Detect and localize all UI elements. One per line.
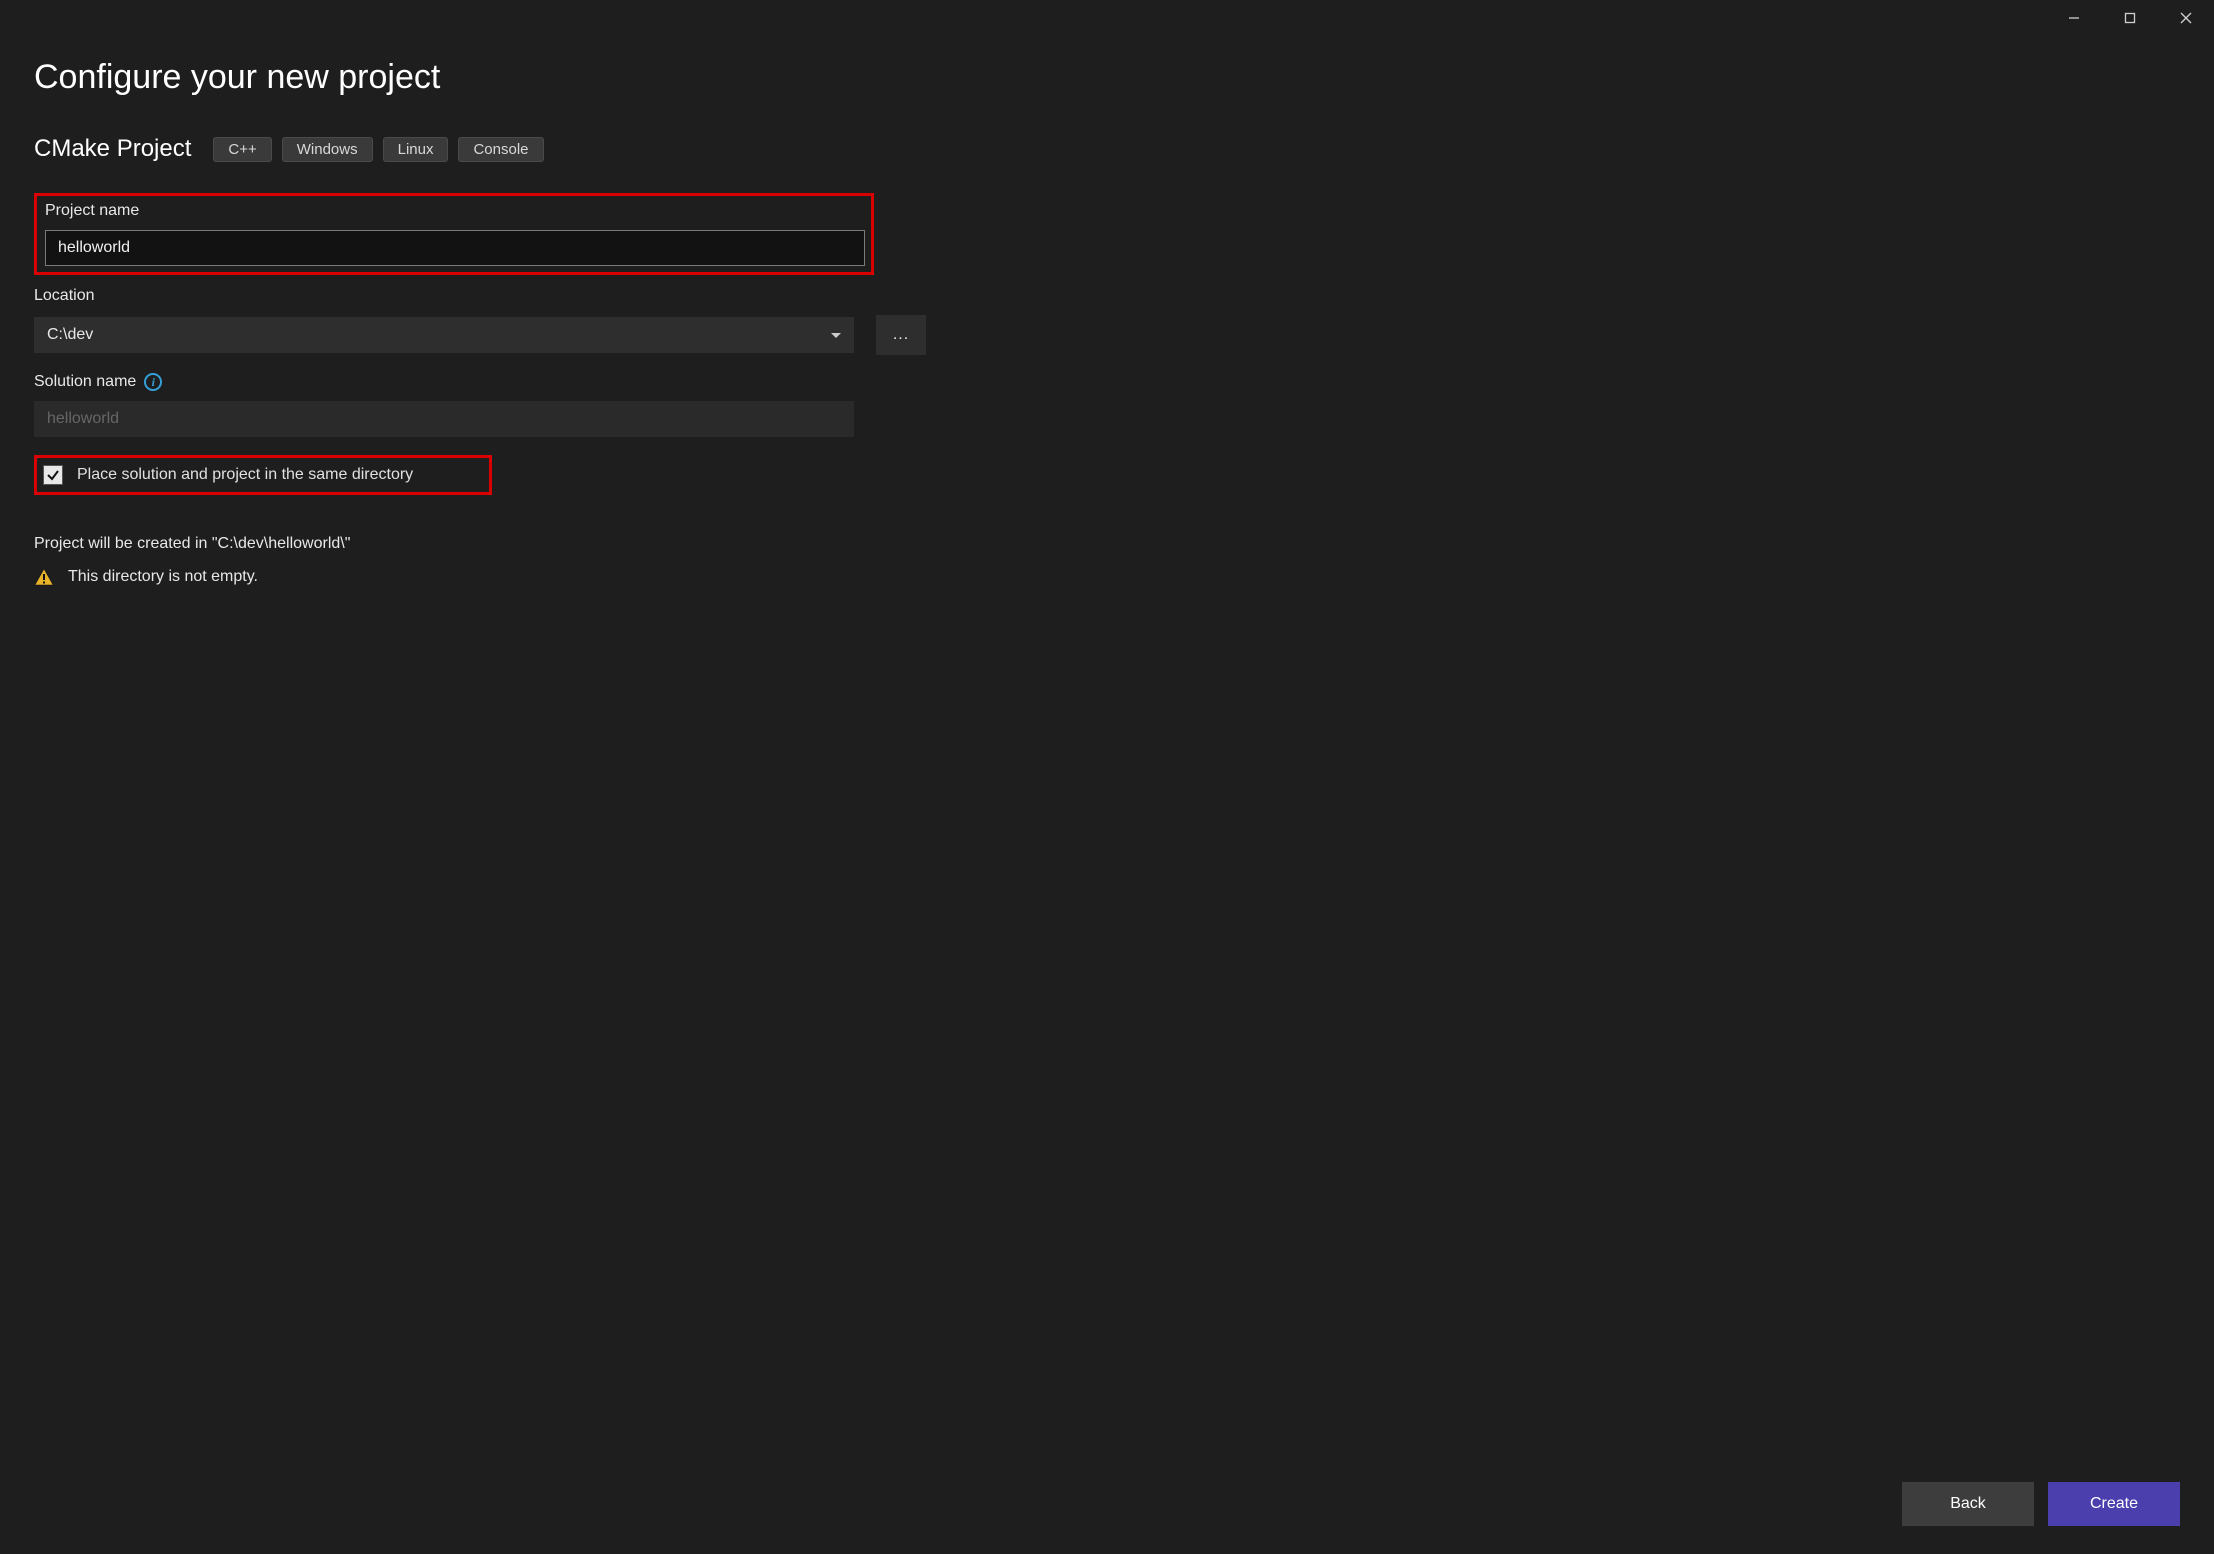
location-value: C:\dev [47, 326, 93, 344]
page-title: Configure your new project [34, 58, 2180, 97]
location-group: Location C:\dev ... [34, 287, 2180, 355]
content-area: Configure your new project CMake Project… [0, 36, 2214, 1482]
browse-button[interactable]: ... [876, 315, 926, 355]
tag-linux: Linux [383, 137, 449, 162]
project-name-label: Project name [45, 202, 863, 220]
solution-name-group: Solution name i [34, 373, 2180, 437]
same-dir-checkbox[interactable] [43, 465, 63, 485]
template-header: CMake Project C++ Windows Linux Console [34, 135, 2180, 163]
project-path-info: Project will be created in "C:\dev\hello… [34, 535, 2180, 553]
create-button[interactable]: Create [2048, 1482, 2180, 1526]
dialog-window: Configure your new project CMake Project… [0, 0, 2214, 1554]
location-select[interactable]: C:\dev [34, 317, 854, 353]
solution-name-input [34, 401, 854, 437]
template-tags: C++ Windows Linux Console [213, 137, 543, 162]
back-button[interactable]: Back [1902, 1482, 2034, 1526]
location-label: Location [34, 287, 2180, 305]
warning-text: This directory is not empty. [68, 568, 258, 586]
info-icon[interactable]: i [144, 373, 162, 391]
solution-name-label-text: Solution name [34, 373, 136, 391]
tag-windows: Windows [282, 137, 373, 162]
chevron-down-icon [831, 333, 841, 338]
maximize-button[interactable] [2102, 0, 2158, 36]
close-button[interactable] [2158, 0, 2214, 36]
footer-buttons: Back Create [0, 1482, 2214, 1554]
solution-name-label: Solution name i [34, 373, 2180, 391]
highlight-project-name: Project name [34, 193, 874, 275]
highlight-same-dir: Place solution and project in the same d… [34, 455, 492, 495]
tag-cpp: C++ [213, 137, 271, 162]
minimize-button[interactable] [2046, 0, 2102, 36]
tag-console: Console [458, 137, 543, 162]
warning-icon [34, 567, 54, 587]
project-name-input[interactable] [45, 230, 865, 266]
template-name: CMake Project [34, 135, 191, 163]
titlebar [0, 0, 2214, 36]
warning-row: This directory is not empty. [34, 567, 2180, 587]
same-dir-label: Place solution and project in the same d… [77, 466, 413, 484]
check-icon [46, 468, 60, 482]
